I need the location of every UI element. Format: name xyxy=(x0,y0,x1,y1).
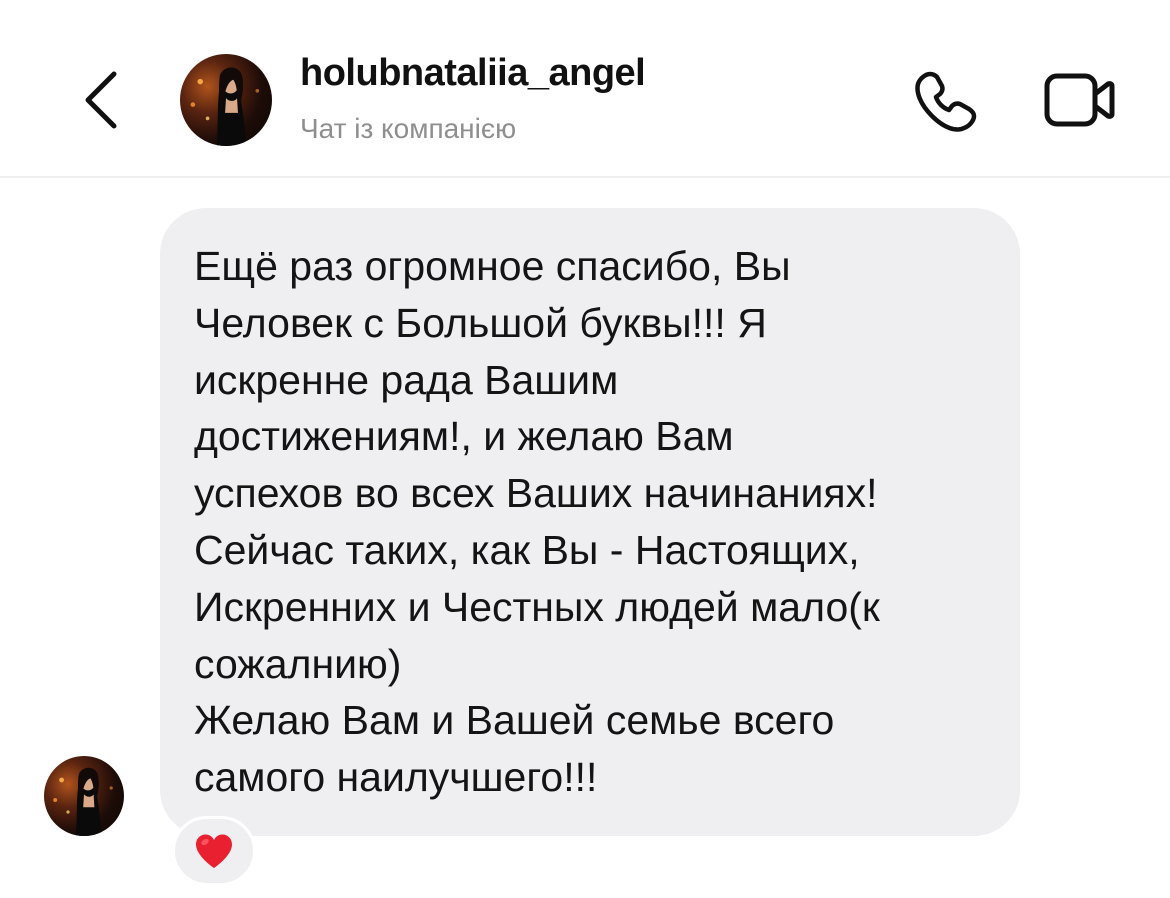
chat-username[interactable]: holubnataliia_angel xyxy=(300,52,646,95)
profile-photo xyxy=(190,67,260,146)
avatar[interactable] xyxy=(180,54,272,146)
back-button[interactable] xyxy=(80,64,130,136)
chat-header: holubnataliia_angel Чат із компанією xyxy=(0,0,1170,178)
chat-subtitle: Чат із компанією xyxy=(300,113,517,144)
red-heart-icon xyxy=(196,834,232,868)
video-call-button[interactable] xyxy=(1042,68,1116,132)
chevron-left-icon xyxy=(85,71,117,129)
call-button[interactable] xyxy=(908,66,980,138)
reaction-badge[interactable] xyxy=(172,816,256,886)
profile-photo xyxy=(53,767,113,836)
phone-icon xyxy=(915,71,977,132)
message-text: Ещё раз огромное спасибо, Вы Человек с Б… xyxy=(194,243,880,801)
sender-avatar[interactable] xyxy=(44,756,124,836)
message-bubble[interactable]: Ещё раз огромное спасибо, Вы Человек с Б… xyxy=(160,208,1020,836)
video-camera-icon xyxy=(1044,73,1115,127)
